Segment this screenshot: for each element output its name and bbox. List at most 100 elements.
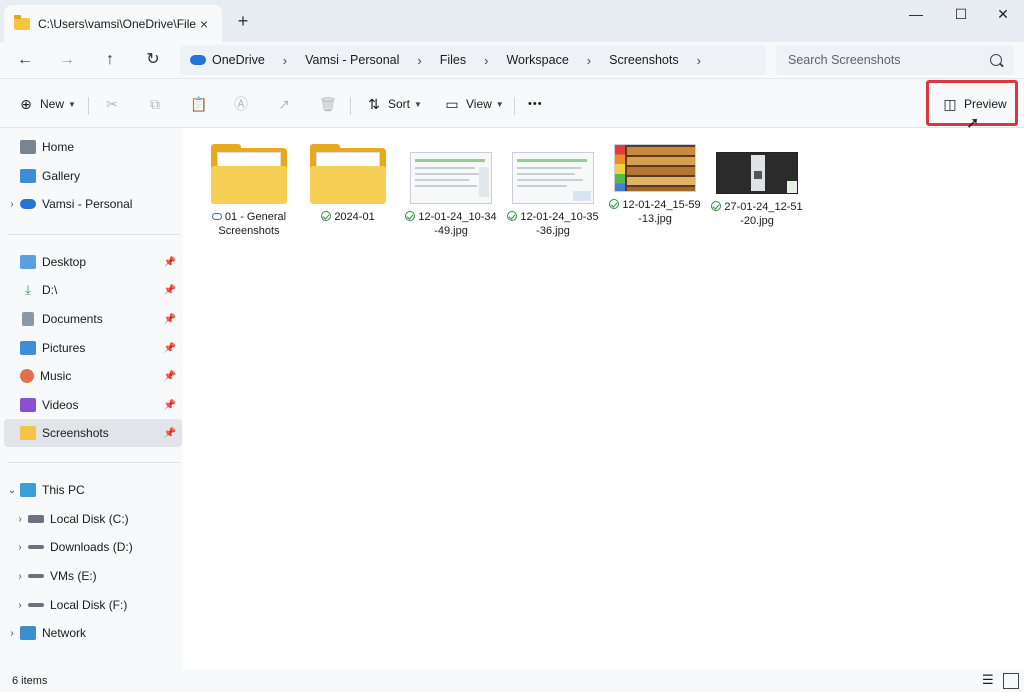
- chevron-right-icon[interactable]: ›: [587, 53, 591, 68]
- refresh-button[interactable]: ↻: [140, 48, 166, 72]
- image-thumbnail: [716, 152, 798, 194]
- chevron-right-icon[interactable]: ›: [12, 571, 28, 582]
- breadcrumb-onedrive[interactable]: OneDrive: [212, 53, 265, 67]
- breadcrumb-vamsi-personal[interactable]: Vamsi - Personal: [305, 53, 399, 67]
- address-bar[interactable]: OneDrive › Vamsi - Personal › Files › Wo…: [180, 45, 766, 75]
- image-thumbnail: [512, 152, 594, 204]
- view-button[interactable]: ▭ View ▼: [444, 93, 503, 115]
- sidebar-item-music[interactable]: Music 📌: [4, 362, 182, 390]
- chevron-right-icon[interactable]: ›: [484, 53, 488, 68]
- chevron-right-icon[interactable]: ›: [12, 600, 28, 611]
- chevron-right-icon[interactable]: ›: [697, 53, 701, 68]
- pin-icon: 📌: [163, 313, 176, 325]
- synced-check-icon: [321, 211, 332, 221]
- cloud-status-icon: [211, 213, 222, 220]
- chevron-down-icon[interactable]: ⌄: [4, 485, 20, 496]
- sidebar-item-screenshots[interactable]: Screenshots 📌: [4, 419, 182, 447]
- sidebar-item-network[interactable]: › Network: [4, 619, 182, 647]
- command-bar: ⊕ New ▼ ✂ ⧉ 📋 Ⓐ ↗ 🗑 ⇅ Sort ▼ ▭ View ▼ ••…: [0, 78, 1024, 128]
- file-item-image[interactable]: 12-01-24_10-34 -49.jpg: [403, 144, 499, 238]
- cut-button[interactable]: ✂: [104, 93, 126, 115]
- new-tab-button[interactable]: +: [234, 11, 252, 32]
- chevron-right-icon[interactable]: ›: [4, 628, 20, 639]
- sidebar-item-label: Music: [40, 369, 72, 383]
- search-input[interactable]: Search Screenshots: [776, 45, 1014, 75]
- share-icon: ↗: [278, 96, 290, 112]
- file-item-folder[interactable]: 2024-01: [300, 144, 396, 224]
- sidebar-item-label: Home: [42, 140, 75, 154]
- list-view-icon: ☰: [982, 672, 994, 687]
- sidebar-item-home[interactable]: Home: [4, 133, 182, 161]
- drive-icon: [28, 574, 44, 578]
- view-icon: ▭: [445, 96, 459, 112]
- chevron-right-icon[interactable]: ›: [283, 53, 287, 68]
- file-item-image[interactable]: 27-01-24_12-51 -20.jpg: [709, 144, 805, 228]
- sidebar-item-gallery[interactable]: Gallery: [4, 162, 182, 190]
- file-item-image[interactable]: 12-01-24_15-59 -13.jpg: [607, 144, 703, 226]
- minimize-button[interactable]: —: [896, 6, 936, 26]
- computer-icon: [20, 483, 36, 497]
- paste-button[interactable]: 📋: [190, 93, 212, 115]
- divider: [514, 97, 515, 115]
- chevron-right-icon[interactable]: ›: [417, 53, 421, 68]
- see-more-button[interactable]: •••: [528, 93, 543, 115]
- sidebar-item-local-disk-f[interactable]: › Local Disk (F:): [4, 591, 182, 619]
- sidebar-item-local-disk-c[interactable]: › Local Disk (C:): [4, 505, 182, 533]
- breadcrumb-workspace[interactable]: Workspace: [506, 53, 568, 67]
- forward-button[interactable]: →: [54, 48, 80, 72]
- rename-icon: Ⓐ: [234, 96, 248, 112]
- tiles-view-button[interactable]: [1003, 673, 1019, 689]
- file-item-image[interactable]: 12-01-24_10-35 -36.jpg: [505, 144, 601, 238]
- item-count: 6 items: [12, 675, 48, 687]
- drive-icon: [28, 515, 44, 523]
- folder-icon: [310, 144, 386, 204]
- sidebar-item-label: Downloads (D:): [50, 540, 133, 554]
- new-label: New: [40, 97, 65, 111]
- up-button[interactable]: ↑: [97, 48, 123, 72]
- sidebar-item-this-pc[interactable]: ⌄ This PC: [4, 476, 182, 504]
- rename-button[interactable]: Ⓐ: [233, 93, 255, 115]
- file-list: 01 - General Screenshots 2024-01 12-01-24…: [183, 128, 1024, 670]
- copy-icon: ⧉: [150, 96, 160, 112]
- pin-icon: 📌: [163, 256, 176, 268]
- title-bar: C:\Users\vamsi\OneDrive\Files × + — ☐ ✕: [0, 0, 1024, 42]
- pin-icon: 📌: [163, 399, 176, 411]
- arrow-up-icon: ↑: [106, 51, 114, 68]
- sidebar-item-label: Gallery: [42, 169, 81, 183]
- breadcrumb-screenshots[interactable]: Screenshots: [609, 53, 678, 67]
- chevron-right-icon[interactable]: ›: [12, 542, 28, 553]
- close-button[interactable]: ✕: [983, 6, 1023, 26]
- back-button[interactable]: ←: [12, 48, 38, 72]
- sidebar-item-label: Videos: [42, 398, 79, 412]
- new-button[interactable]: ⊕ New ▼: [18, 93, 76, 115]
- network-icon: [20, 626, 36, 640]
- tab-current[interactable]: C:\Users\vamsi\OneDrive\Files ×: [4, 5, 222, 42]
- delete-button[interactable]: 🗑: [319, 93, 341, 115]
- share-button[interactable]: ↗: [276, 93, 298, 115]
- synced-check-icon: [711, 201, 722, 211]
- tab-close-icon[interactable]: ×: [196, 16, 212, 32]
- sidebar-item-d-drive[interactable]: ⤓ D:\ 📌: [4, 276, 182, 304]
- file-item-folder[interactable]: 01 - General Screenshots: [201, 144, 297, 238]
- sidebar-item-desktop[interactable]: Desktop 📌: [4, 248, 182, 276]
- sort-button[interactable]: ⇅ Sort ▼: [366, 93, 422, 115]
- home-icon: [20, 140, 36, 154]
- sidebar-item-vms-e[interactable]: › VMs (E:): [4, 562, 182, 590]
- sidebar-item-label: Documents: [42, 312, 103, 326]
- search-icon: [990, 54, 1002, 66]
- details-view-button[interactable]: ☰: [982, 673, 998, 689]
- chevron-right-icon[interactable]: ›: [4, 199, 20, 210]
- sidebar-item-videos[interactable]: Videos 📌: [4, 391, 182, 419]
- sidebar-item-label: Local Disk (C:): [50, 512, 129, 526]
- copy-button[interactable]: ⧉: [147, 93, 169, 115]
- breadcrumb-files[interactable]: Files: [440, 53, 466, 67]
- sidebar-item-vamsi-personal[interactable]: › Vamsi - Personal: [4, 190, 182, 218]
- sidebar-item-pictures[interactable]: Pictures 📌: [4, 334, 182, 362]
- folder-icon: [14, 14, 30, 30]
- maximize-button[interactable]: ☐: [941, 6, 981, 26]
- sidebar-item-downloads-d[interactable]: › Downloads (D:): [4, 533, 182, 561]
- sidebar-item-documents[interactable]: Documents 📌: [4, 305, 182, 333]
- drive-icon: [28, 545, 44, 549]
- view-label: View: [466, 97, 492, 111]
- chevron-right-icon[interactable]: ›: [12, 514, 28, 525]
